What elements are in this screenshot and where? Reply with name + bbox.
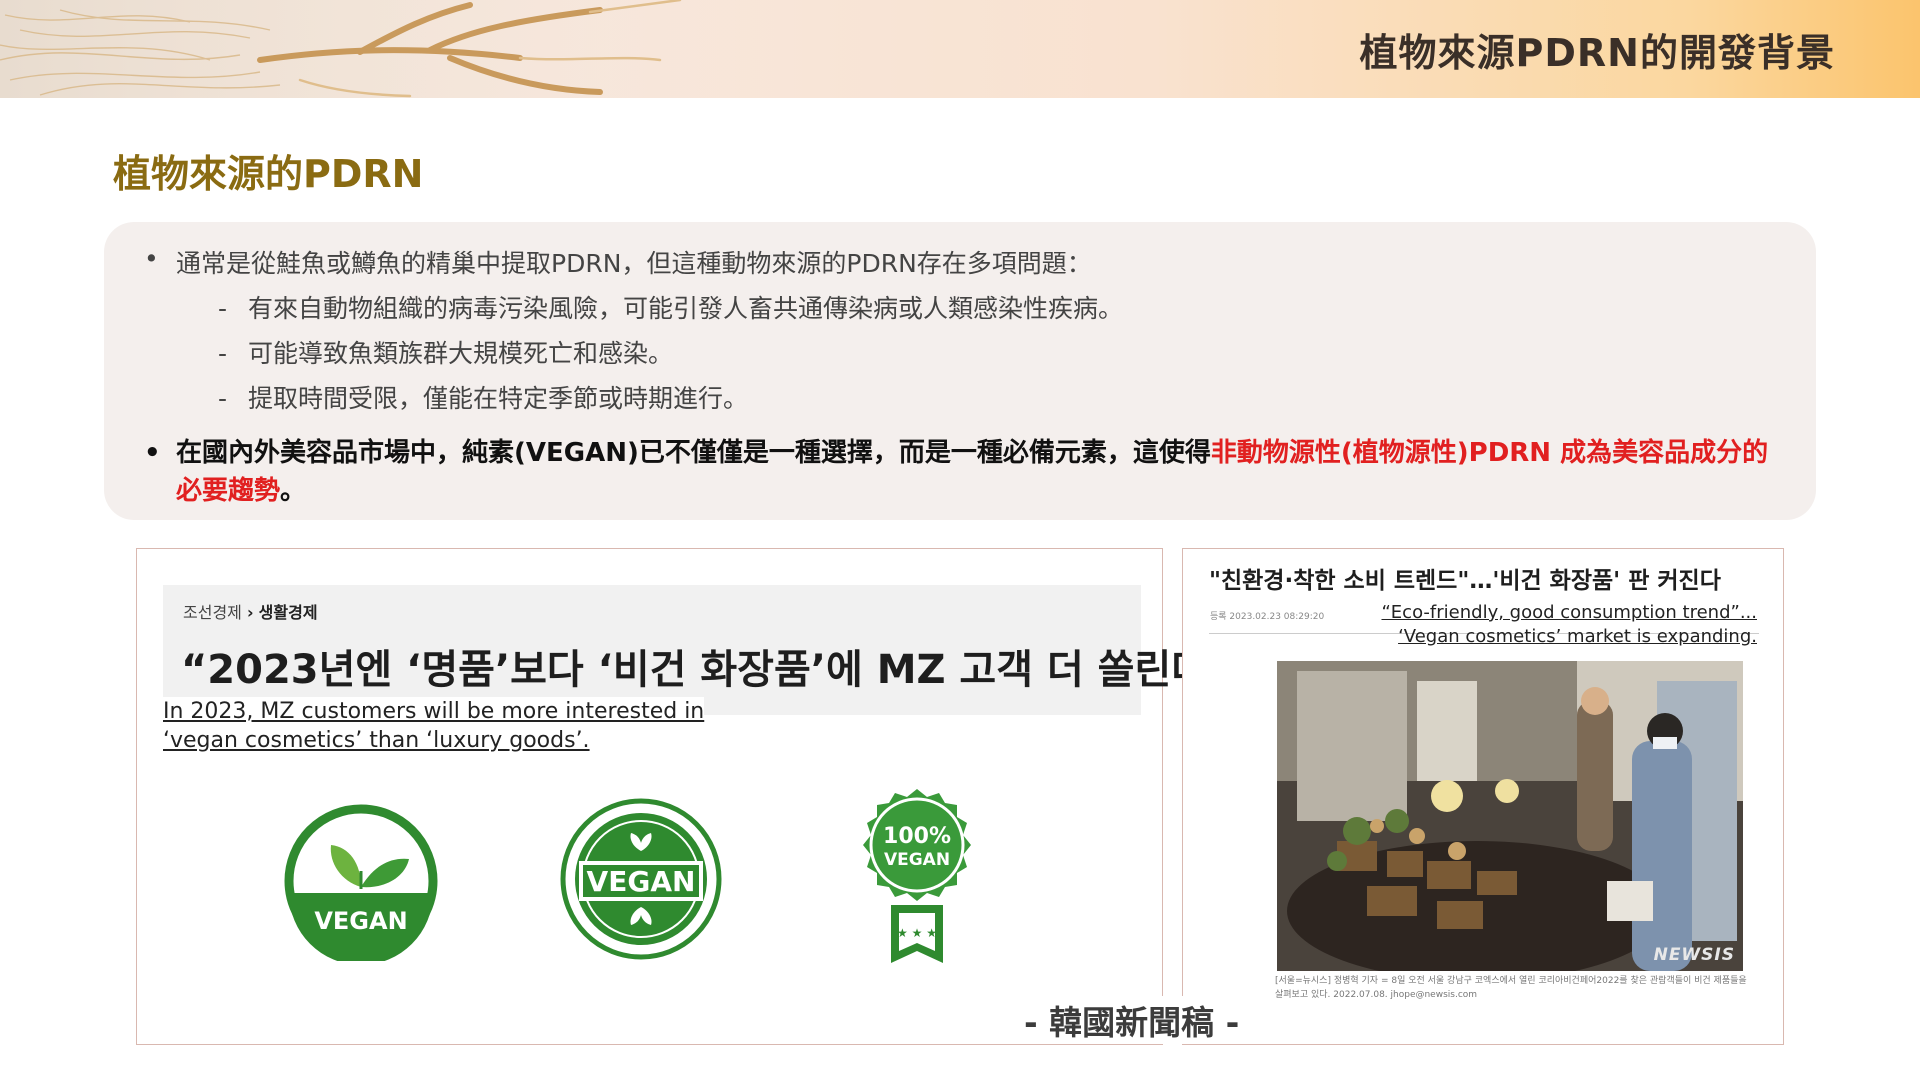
logo1-text: VEGAN — [314, 907, 407, 935]
news-card-chosun: 조선경제 › 생활경제 “2023년엔 ‘명품’보다 ‘비건 화장품’에 MZ … — [136, 548, 1234, 1045]
sub-item: - 有來自動物組織的病毒污染風險，可能引發人畜共通傳染病或人類感染性疾病。 — [218, 289, 1123, 325]
news-card-newsis: "친환경·착한 소비 트렌드"…'비건 화장품' 판 커진다 등록 2023.0… — [1182, 548, 1784, 1045]
news-headline: “2023년엔 ‘명품’보다 ‘비건 화장품’에 MZ 고객 더 쏠린다” — [181, 647, 1235, 693]
translation-line: ‘Vegan cosmetics’ market is expanding. — [1398, 626, 1757, 647]
info-box: • 通常是從鮭魚或鱒魚的精巢中提取PDRN，但這種動物來源的PDRN存在多項問題… — [104, 222, 1816, 520]
vegan-leaf-badge-icon: VEGAN — [284, 804, 438, 961]
translation-line: In 2023, MZ customers will be more inter… — [163, 699, 705, 724]
english-translation: In 2023, MZ customers will be more inter… — [163, 697, 705, 755]
vegan-ring-badge-icon: VEGAN — [560, 798, 722, 960]
ginseng-root-image — [0, 0, 760, 98]
dash-marker: - — [218, 294, 228, 323]
dash-marker: - — [218, 384, 228, 413]
section-title: 植物來源的PDRN — [113, 152, 424, 196]
sub-item-text: 有來自動物組織的病毒污染風險，可能引發人畜共通傳染病或人類感染性疾病。 — [248, 294, 1124, 323]
sub-item-text: 提取時間受限，僅能在特定季節或時期進行。 — [248, 384, 749, 413]
breadcrumb-section: 생활경제 — [258, 603, 318, 622]
bullet-dot: • — [144, 438, 161, 468]
photo-watermark: NEWSIS — [1653, 945, 1735, 965]
logo2-text: VEGAN — [587, 865, 696, 898]
sub-item: - 提取時間受限，僅能在特定季節或時期進行。 — [218, 379, 748, 415]
translation-line: “Eco-friendly, good consumption trend”..… — [1381, 602, 1757, 623]
logo3-line1: 100% — [883, 824, 951, 849]
source-label: - 韓國新聞稿 - — [1020, 996, 1244, 1044]
news-headline-box: 조선경제 › 생활경제 “2023년엔 ‘명품’보다 ‘비건 화장품’에 MZ … — [163, 585, 1234, 715]
photo-illustration — [1277, 661, 1743, 971]
breadcrumb: 조선경제 › 생활경제 — [183, 599, 318, 623]
bullet-text: 在國內外美容品市場中，純素(VEGAN)已不僅僅是一種選擇，而是一種必備元素，這… — [176, 434, 1784, 510]
sub-item-text: 可能導致魚類族群大規模死亡和感染。 — [248, 339, 674, 368]
bullet-text: 通常是從鮭魚或鱒魚的精巢中提取PDRN，但這種動物來源的PDRN存在多項問題： — [176, 249, 1092, 278]
ribbon-stars: ★ ★ ★ — [897, 926, 937, 940]
english-translation: “Eco-friendly, good consumption trend”..… — [1381, 601, 1757, 649]
bullet-dot: • — [144, 244, 159, 273]
breadcrumb-separator: › — [246, 603, 254, 622]
vegan-logos: VEGAN VEGAN ★ ★ ★ 100% VEGAN — [277, 777, 1137, 977]
vegan-fair-photo: NEWSIS — [1277, 661, 1743, 971]
header-banner: 植物來源PDRN的開發背景 — [0, 0, 1920, 98]
translation-line: ‘vegan cosmetics’ than ‘luxury goods’. — [163, 728, 590, 753]
news-date: 등록 2023.02.23 08:29:20 — [1210, 612, 1325, 622]
breadcrumb-outlet: 조선경제 — [183, 603, 242, 622]
dash-marker: - — [218, 339, 228, 368]
page-title: 植物來源PDRN的開發背景 — [1359, 31, 1835, 75]
sub-item: - 可能導致魚類族群大規模死亡和感染。 — [218, 334, 673, 370]
bullet-end-text: 。 — [280, 476, 307, 506]
news-headline: "친환경·착한 소비 트렌드"…'비건 화장품' 판 커진다 — [1209, 568, 1721, 594]
bullet-vegan-trend: • 在國內外美容品市場中，純素(VEGAN)已不僅僅是一種選擇，而是一種必備元素… — [144, 434, 1784, 510]
bullet-plain-text: 在國內外美容品市場中，純素(VEGAN)已不僅僅是一種選擇，而是一種必備元素，這… — [176, 438, 1211, 468]
logo3-line2: VEGAN — [884, 850, 950, 870]
vegan-100-seal-icon: ★ ★ ★ 100% VEGAN — [863, 789, 971, 963]
photo-credit: [서울=뉴시스] 정병혁 기자 = 8일 오전 서울 강남구 코엑스에서 열린 … — [1275, 976, 1747, 1000]
